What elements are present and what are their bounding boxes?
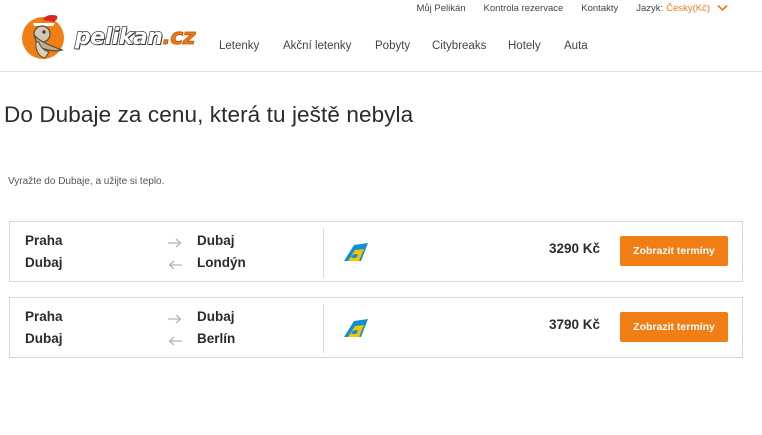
return-origin: Dubaj (25, 331, 63, 346)
pelican-mascot-icon (21, 12, 69, 60)
airline-tail-logo-icon (342, 318, 370, 338)
language-selector[interactable]: Jazyk: Česky(Kč) (636, 2, 728, 16)
page-subtitle: Vyražte do Dubaje, a užijte si teplo. (8, 176, 165, 187)
chevron-down-icon (717, 4, 728, 12)
outbound-origin: Praha (25, 309, 63, 324)
main-navigation: Letenky Akční letenky Pobyty Citybreaks … (219, 40, 604, 52)
return-destination: Berlín (197, 331, 236, 346)
check-booking-link[interactable]: Kontrola rezervace (484, 2, 564, 16)
show-dates-button[interactable]: Zobrazit termíny (620, 312, 728, 342)
nav-pobyty[interactable]: Pobyty (375, 40, 432, 52)
offer-card: Praha Dubaj Dubaj Londýn 3290 Kč Zobrazi… (9, 221, 743, 282)
divider (323, 304, 324, 353)
site-logo[interactable]: pelikan.cz (21, 12, 196, 60)
language-value: Česky(Kč) (666, 3, 710, 14)
offer-price: 3790 Kč (548, 317, 600, 332)
nav-auta[interactable]: Auta (564, 40, 604, 52)
top-links: Můj Pelikán Kontrola rezervace Kontakty … (416, 2, 728, 16)
divider (323, 228, 324, 277)
outbound-destination: Dubaj (197, 309, 235, 324)
site-header: Můj Pelikán Kontrola rezervace Kontakty … (0, 0, 762, 72)
contacts-link[interactable]: Kontakty (581, 2, 618, 16)
return-origin: Dubaj (25, 255, 63, 270)
outbound-origin: Praha (25, 233, 63, 248)
offer-price: 3290 Kč (548, 241, 600, 256)
nav-hotely[interactable]: Hotely (508, 40, 564, 52)
arrow-right-icon (168, 311, 182, 324)
page-title: Do Dubaje za cenu, která tu ještě nebyla (4, 102, 414, 127)
outbound-destination: Dubaj (197, 233, 235, 248)
my-pelikan-link[interactable]: Můj Pelikán (416, 2, 465, 16)
arrow-left-icon (168, 333, 182, 346)
arrow-left-icon (168, 257, 182, 270)
show-dates-button[interactable]: Zobrazit termíny (620, 236, 728, 266)
nav-letenky[interactable]: Letenky (219, 40, 283, 52)
offer-card: Praha Dubaj Dubaj Berlín 3790 Kč Zobrazi… (9, 297, 743, 358)
language-label: Jazyk: (636, 3, 664, 14)
return-destination: Londýn (197, 255, 246, 270)
arrow-right-icon (168, 235, 182, 248)
logo-wordmark: pelikan.cz (74, 25, 196, 50)
nav-akcni-letenky[interactable]: Akční letenky (283, 40, 375, 52)
airline-tail-logo-icon (342, 242, 370, 262)
nav-citybreaks[interactable]: Citybreaks (432, 40, 508, 52)
